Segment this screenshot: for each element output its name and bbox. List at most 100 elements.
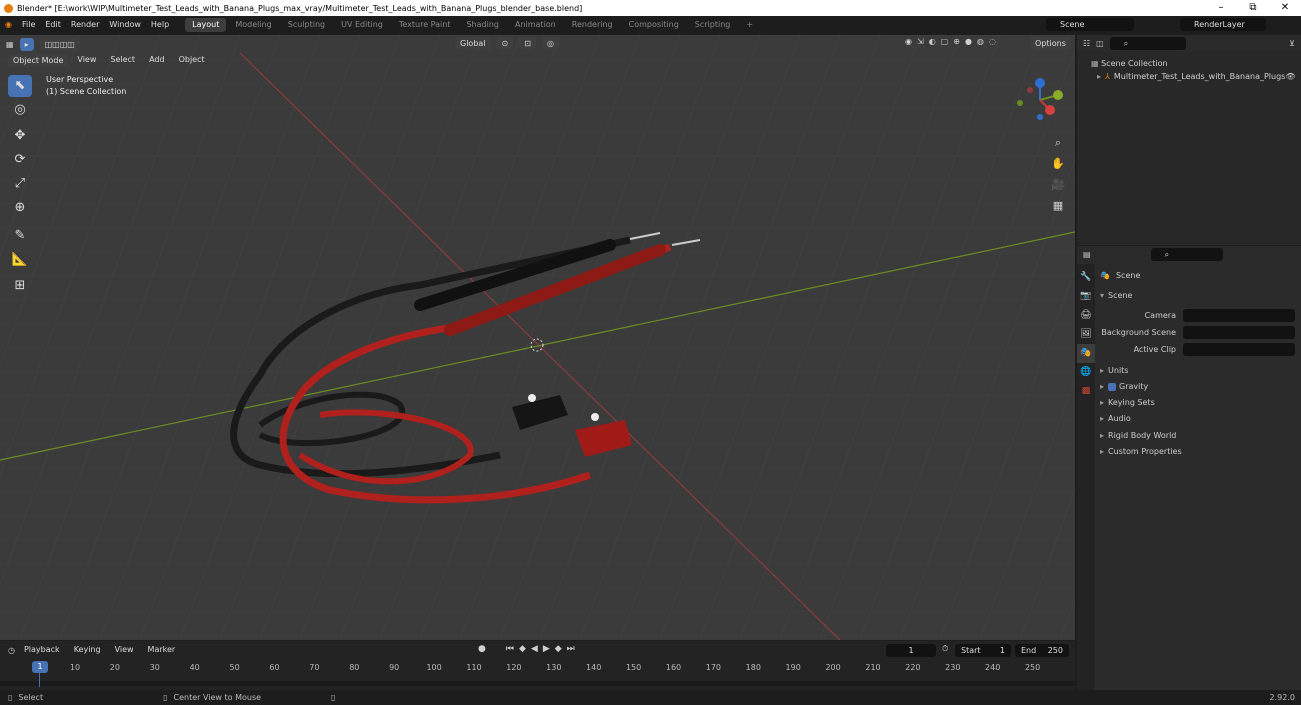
navigation-gizmo[interactable] (1010, 75, 1070, 125)
scale-tool-icon[interactable]: ⤢ (8, 173, 32, 195)
display-mode-icon[interactable]: ◫ (1096, 39, 1104, 48)
options-dropdown[interactable]: Options (1030, 37, 1071, 50)
tab-texture-paint[interactable]: Texture Paint (392, 18, 458, 32)
zoom-icon[interactable]: ⌕ (1050, 132, 1066, 153)
menu-file[interactable]: File (17, 16, 40, 34)
output-tab-icon[interactable]: 🖨 (1077, 306, 1095, 325)
tab-sculpting[interactable]: Sculpting (281, 18, 332, 32)
tab-modeling[interactable]: Modeling (228, 18, 278, 32)
units-panel[interactable]: ▸ Units (1100, 363, 1128, 378)
rotate-tool-icon[interactable]: ⟳ (8, 149, 32, 171)
view-layer-tab-icon[interactable]: 🖼 (1077, 325, 1095, 344)
menu-select[interactable]: Select (105, 51, 140, 69)
cursor-tool-icon[interactable]: ◎ (8, 99, 32, 121)
properties-search-input[interactable]: ⌕ (1150, 247, 1223, 261)
minimize-button[interactable]: – (1205, 0, 1237, 16)
gravity-checkbox[interactable] (1108, 382, 1117, 391)
rigid-body-world-panel[interactable]: ▸ Rigid Body World (1100, 428, 1176, 443)
orientation-dropdown[interactable]: Global (455, 37, 491, 50)
editor-type-icon[interactable]: ▦ (6, 40, 14, 49)
menu-view[interactable]: View (72, 51, 101, 69)
wireframe-shading-icon[interactable]: ⊕ (953, 37, 960, 46)
move-tool-icon[interactable]: ✥ (8, 125, 32, 147)
timeline-editor-icon[interactable]: ◷ (8, 646, 15, 655)
audio-panel[interactable]: ▸ Audio (1100, 411, 1131, 426)
outliner-editor-icon[interactable]: ☷ (1083, 39, 1090, 48)
tab-scripting[interactable]: Scripting (688, 18, 738, 32)
tab-layout[interactable]: Layout (185, 18, 227, 32)
menu-edit[interactable]: Edit (40, 16, 66, 34)
add-workspace-icon[interactable]: + (739, 18, 760, 32)
menu-marker[interactable]: Marker (143, 641, 181, 659)
next-keyframe-icon[interactable]: ◆ (555, 644, 562, 654)
menu-keying[interactable]: Keying (69, 641, 106, 659)
gizmo-icon[interactable]: ⇲ (917, 37, 924, 46)
scene-tab-icon[interactable]: 🎭 (1077, 344, 1095, 363)
xray-icon[interactable]: ▢ (941, 37, 949, 46)
jump-start-icon[interactable]: ⏮ (506, 644, 514, 654)
select-box-icon[interactable]: ▸ (19, 37, 34, 51)
select-tool-icon[interactable]: ⬉ (8, 75, 32, 97)
tab-shading[interactable]: Shading (459, 18, 506, 32)
close-button[interactable]: ✕ (1269, 0, 1301, 16)
menu-help[interactable]: Help (146, 16, 174, 34)
add-cube-tool-icon[interactable]: ⊞ (8, 275, 32, 297)
rendered-shading-icon[interactable]: ◌ (989, 37, 996, 46)
visibility-icon[interactable]: ◉ (905, 37, 912, 46)
properties-editor-icon[interactable]: ▤ (1083, 250, 1091, 259)
tab-animation[interactable]: Animation (508, 18, 563, 32)
visibility-eye-icon[interactable]: 👁 (1285, 70, 1295, 83)
tab-uv-editing[interactable]: UV Editing (334, 18, 390, 32)
expand-arrow-icon[interactable]: ▸ (1097, 70, 1101, 83)
active-clip-field[interactable] (1183, 343, 1295, 356)
ortho-toggle-icon[interactable]: ▦ (1050, 195, 1066, 216)
texture-tab-icon[interactable]: ▩ (1077, 382, 1095, 401)
tab-rendering[interactable]: Rendering (565, 18, 620, 32)
menu-window[interactable]: Window (104, 16, 146, 34)
menu-render[interactable]: Render (66, 16, 104, 34)
tool-tab-icon[interactable]: 🔧 (1077, 268, 1095, 287)
timeline-scrollbar[interactable] (0, 681, 1075, 686)
playhead[interactable]: 1 (32, 661, 48, 673)
view-layer-selector[interactable]: RenderLayer (1180, 18, 1266, 31)
jump-end-icon[interactable]: ⏭ (567, 644, 575, 654)
start-frame-field[interactable]: Start 1 (955, 644, 1011, 657)
3d-viewport[interactable]: ▦ ▸ ◫◫◫◫ Global ⊙ ⊡ ◎ Options ◉ ⇲ ◐ ▢ ⊕ … (0, 35, 1075, 640)
camera-field[interactable] (1183, 309, 1295, 322)
overlay-icon[interactable]: ◐ (929, 37, 936, 46)
filter-icon[interactable]: ⊻ (1289, 39, 1295, 48)
current-frame-field[interactable]: 1 (886, 644, 936, 657)
pivot-icon[interactable]: ⊙ (496, 37, 514, 50)
snap-icon[interactable]: ⊡ (519, 37, 536, 50)
menu-object[interactable]: Object (174, 51, 210, 69)
transform-tool-icon[interactable]: ⊕ (8, 197, 32, 219)
scene-collection-item[interactable]: ▦ Scene Collection (1091, 57, 1301, 70)
end-frame-field[interactable]: End 250 (1015, 644, 1069, 657)
object-item[interactable]: ▸ ⅄ Multimeter_Test_Leads_with_Banana_Pl… (1091, 70, 1301, 83)
stopwatch-icon[interactable]: ⏱ (942, 644, 948, 654)
outliner-search-input[interactable]: ⌕ (1109, 36, 1186, 50)
maximize-button[interactable]: ⧉ (1237, 0, 1269, 16)
material-shading-icon[interactable]: ◍ (977, 37, 984, 46)
play-icon[interactable]: ▶ (543, 644, 550, 654)
blender-menu-icon[interactable]: ◉ (0, 16, 17, 34)
world-tab-icon[interactable]: 🌐 (1077, 363, 1095, 382)
scene-selector[interactable]: Scene (1046, 18, 1134, 31)
proportional-icon[interactable]: ◎ (541, 37, 559, 50)
camera-view-icon[interactable]: 🎥 (1050, 174, 1066, 195)
custom-properties-panel[interactable]: ▸ Custom Properties (1100, 444, 1182, 459)
record-icon[interactable]: ● (478, 644, 486, 654)
tab-compositing[interactable]: Compositing (622, 18, 686, 32)
background-scene-field[interactable] (1183, 326, 1295, 339)
menu-timeline-view[interactable]: View (110, 641, 139, 659)
scene-panel-header[interactable]: ▾ Scene (1100, 288, 1132, 303)
menu-add[interactable]: Add (144, 51, 170, 69)
menu-playback[interactable]: Playback (19, 641, 65, 659)
render-tab-icon[interactable]: 📷 (1077, 287, 1095, 306)
annotate-tool-icon[interactable]: ✎ (8, 225, 32, 247)
solid-shading-icon[interactable]: ● (965, 37, 972, 46)
measure-tool-icon[interactable]: 📐 (8, 249, 32, 271)
prev-keyframe-icon[interactable]: ◆ (519, 644, 526, 654)
pan-icon[interactable]: ✋ (1050, 153, 1066, 174)
selection-mode-icons[interactable]: ◫◫◫◫ (39, 37, 80, 51)
